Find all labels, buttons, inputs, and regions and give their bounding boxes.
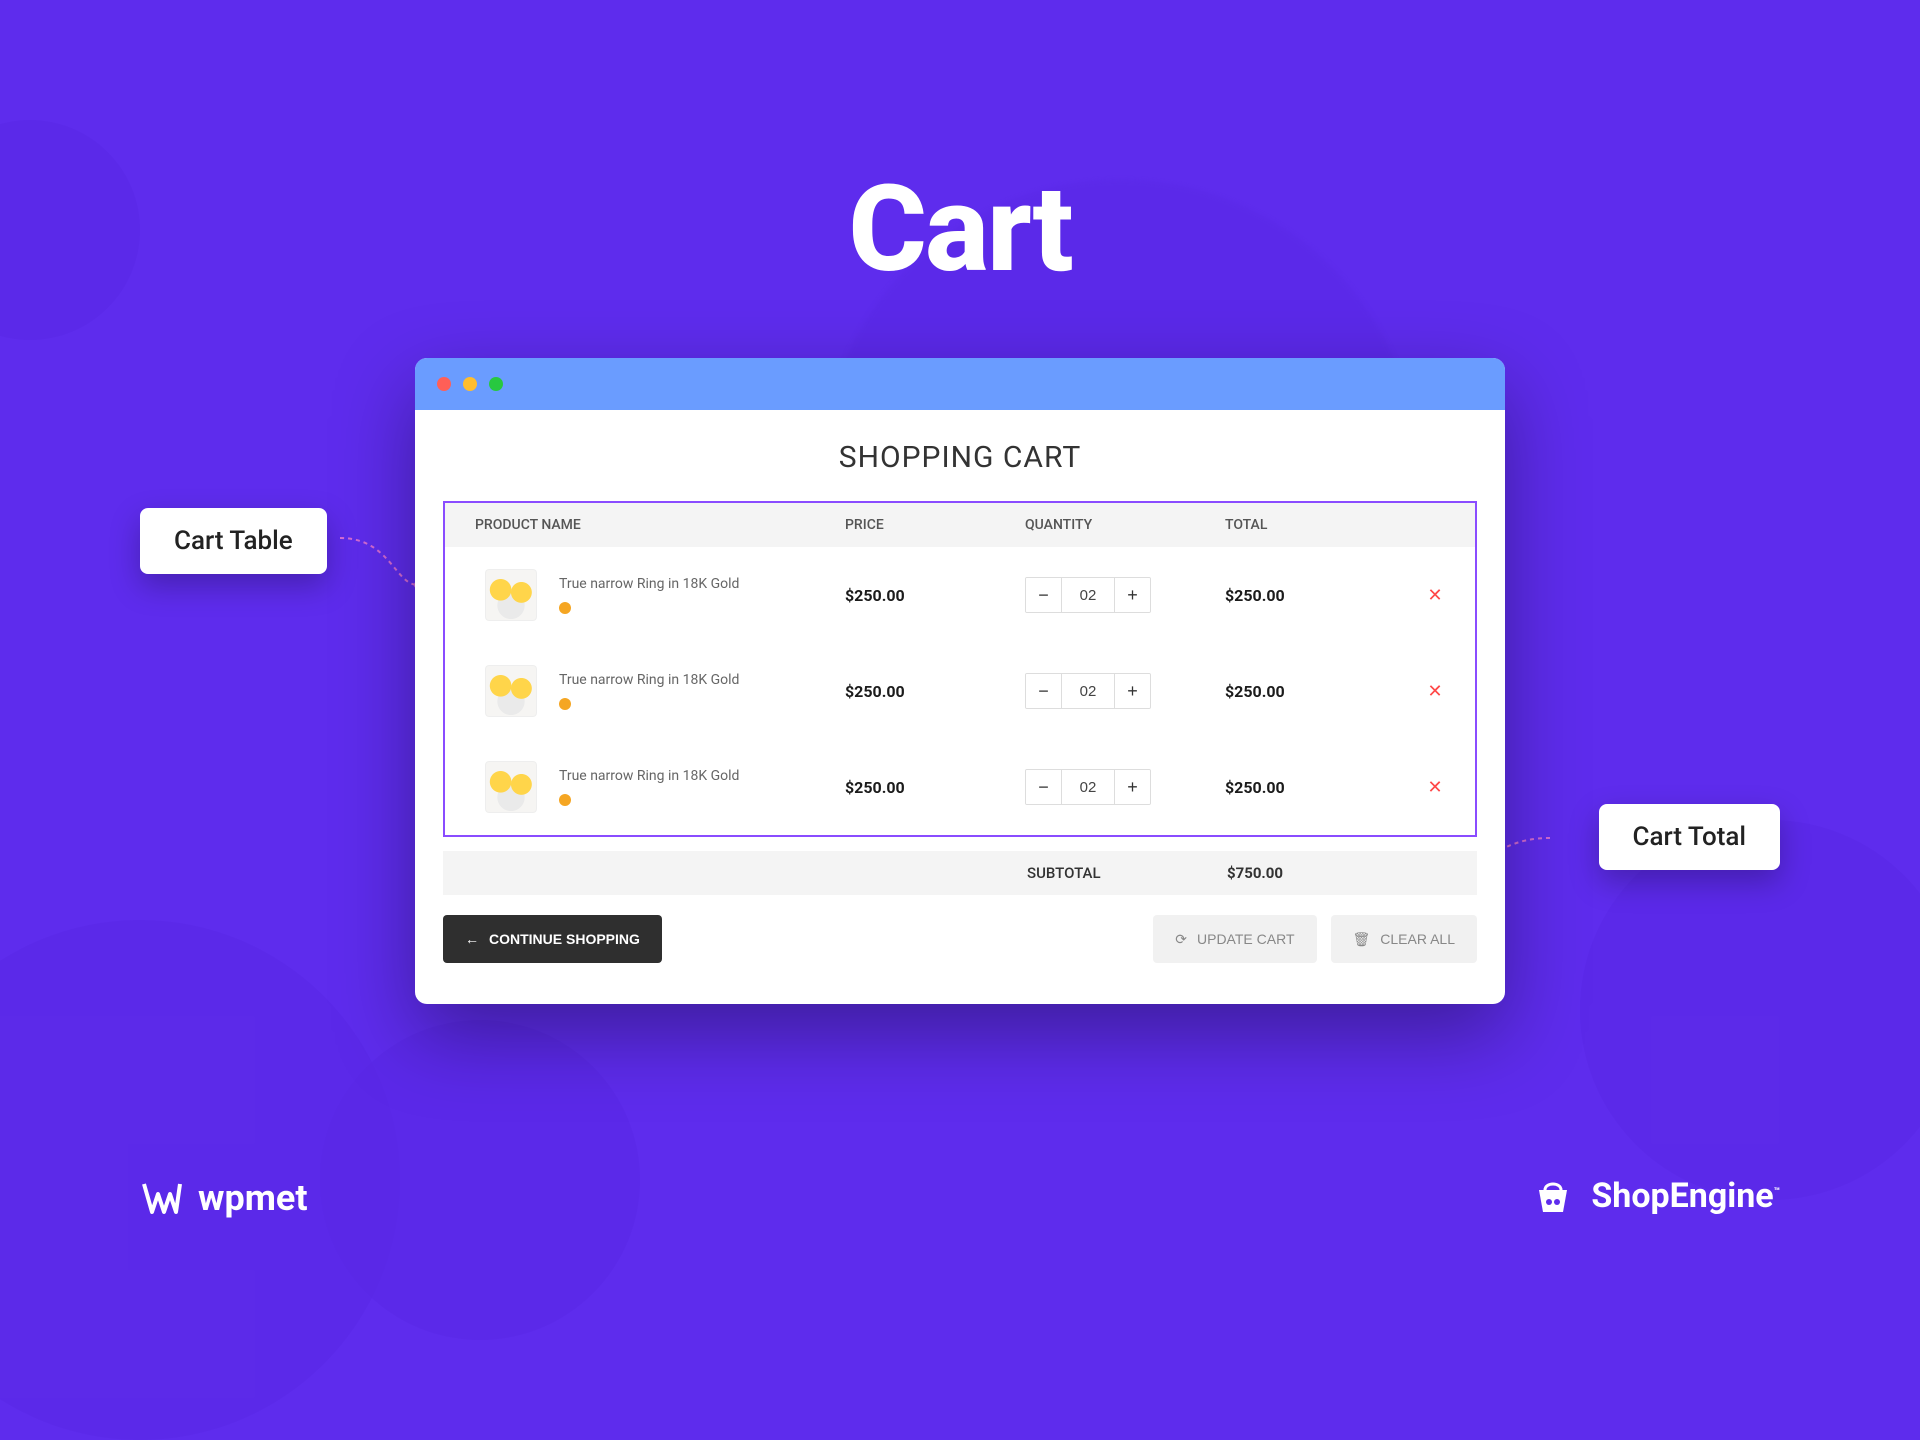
wpmet-icon: [140, 1176, 184, 1220]
shopengine-text: ShopEngine: [1591, 1176, 1773, 1216]
quantity-stepper: − +: [1025, 577, 1151, 613]
product-name: True narrow Ring in 18K Gold: [559, 576, 739, 592]
line-total: $250.00: [1225, 778, 1285, 797]
qty-input[interactable]: [1062, 578, 1114, 612]
product-name: True narrow Ring in 18K Gold: [559, 672, 739, 688]
trademark-icon: ™: [1774, 1187, 1780, 1198]
callout-cart-table: Cart Table: [140, 508, 327, 574]
product-thumbnail: [485, 665, 537, 717]
product-thumbnail: [485, 761, 537, 813]
arrow-left-icon: ←: [465, 931, 479, 947]
continue-shopping-button[interactable]: ← CONTINUE SHOPPING: [443, 915, 662, 963]
update-label: UPDATE CART: [1197, 931, 1295, 947]
qty-decrease-button[interactable]: −: [1026, 674, 1062, 708]
remove-icon[interactable]: ✕: [1427, 681, 1442, 702]
subtotal-row: SUBTOTAL $750.00: [443, 851, 1477, 895]
header-total: TOTAL: [1225, 517, 1405, 533]
refresh-icon: ⟳: [1175, 931, 1187, 948]
update-cart-button[interactable]: ⟳ UPDATE CART: [1153, 915, 1316, 963]
product-price: $250.00: [845, 586, 905, 605]
product-price: $250.00: [845, 778, 905, 797]
table-row: True narrow Ring in 18K Gold $250.00 − +…: [445, 547, 1475, 643]
table-row: True narrow Ring in 18K Gold $250.00 − +…: [445, 643, 1475, 739]
quantity-stepper: − +: [1025, 769, 1151, 805]
cart-table: PRODUCT NAME PRICE QUANTITY TOTAL True n…: [443, 501, 1477, 837]
qty-increase-button[interactable]: +: [1114, 770, 1150, 804]
table-row: True narrow Ring in 18K Gold $250.00 − +…: [445, 739, 1475, 835]
qty-decrease-button[interactable]: −: [1026, 578, 1062, 612]
line-total: $250.00: [1225, 682, 1285, 701]
window-maximize-icon[interactable]: [489, 377, 503, 391]
product-thumbnail: [485, 569, 537, 621]
wpmet-text: wpmet: [198, 1177, 308, 1219]
window-close-icon[interactable]: [437, 377, 451, 391]
hero-title: Cart: [0, 160, 1920, 300]
shopengine-icon: [1529, 1172, 1577, 1220]
color-swatch: [559, 794, 571, 806]
color-swatch: [559, 602, 571, 614]
clear-all-button[interactable]: 🗑 CLEAR ALL: [1331, 915, 1478, 963]
subtotal-value: $750.00: [1227, 864, 1407, 882]
window-minimize-icon[interactable]: [463, 377, 477, 391]
product-price: $250.00: [845, 682, 905, 701]
qty-increase-button[interactable]: +: [1114, 578, 1150, 612]
qty-increase-button[interactable]: +: [1114, 674, 1150, 708]
browser-window: SHOPPING CART PRODUCT NAME PRICE QUANTIT…: [415, 358, 1505, 1004]
qty-input[interactable]: [1062, 674, 1114, 708]
line-total: $250.00: [1225, 586, 1285, 605]
product-name: True narrow Ring in 18K Gold: [559, 768, 739, 784]
header-quantity: QUANTITY: [1025, 517, 1225, 533]
header-product: PRODUCT NAME: [455, 517, 845, 533]
quantity-stepper: − +: [1025, 673, 1151, 709]
subtotal-label: SUBTOTAL: [1027, 864, 1227, 882]
shopengine-logo: ShopEngine™: [1529, 1172, 1780, 1220]
trash-icon: 🗑: [1353, 931, 1371, 948]
wpmet-logo: wpmet: [140, 1176, 308, 1220]
page-title: SHOPPING CART: [443, 440, 1477, 475]
window-titlebar: [415, 358, 1505, 410]
callout-cart-total: Cart Total: [1599, 804, 1780, 870]
clear-label: CLEAR ALL: [1380, 931, 1455, 947]
qty-decrease-button[interactable]: −: [1026, 770, 1062, 804]
qty-input[interactable]: [1062, 770, 1114, 804]
color-swatch: [559, 698, 571, 710]
table-header-row: PRODUCT NAME PRICE QUANTITY TOTAL: [445, 503, 1475, 547]
continue-label: CONTINUE SHOPPING: [489, 931, 640, 947]
remove-icon[interactable]: ✕: [1427, 777, 1442, 798]
header-price: PRICE: [845, 517, 1025, 533]
remove-icon[interactable]: ✕: [1427, 585, 1442, 606]
